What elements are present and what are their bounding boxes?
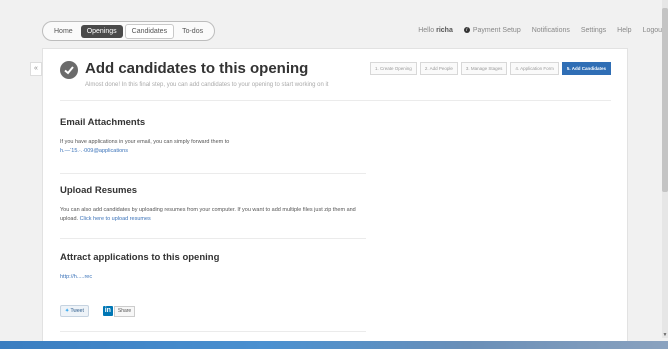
- section-divider: [60, 331, 366, 332]
- help-link[interactable]: Help: [617, 27, 631, 34]
- opening-url-link[interactable]: http://h.....rec: [60, 273, 366, 282]
- step-check-icon: [60, 61, 78, 79]
- step-add-people[interactable]: 2. Add People: [419, 62, 458, 75]
- forwarding-email-link[interactable]: h.—‘15.·.·009@applications: [60, 147, 366, 156]
- scroll-down-arrow-icon[interactable]: ▼: [662, 332, 668, 338]
- tab-todos[interactable]: To-dos: [176, 25, 209, 38]
- user-nav: Hello richa i Payment Setup Notifications…: [407, 27, 664, 34]
- os-taskbar: [0, 341, 668, 349]
- step-create-opening[interactable]: 1. Create Opening: [370, 62, 417, 75]
- username[interactable]: richa: [436, 27, 453, 34]
- notifications-link[interactable]: Notifications: [532, 27, 570, 34]
- step-manage-stages[interactable]: 3. Manage Stages: [460, 62, 508, 75]
- tweet-button[interactable]: ✦ Tweet: [60, 305, 89, 317]
- page-title: Add candidates to this opening: [85, 60, 309, 77]
- section-divider: [60, 173, 366, 174]
- collapse-sidebar-button[interactable]: «: [30, 62, 42, 76]
- step-add-candidates[interactable]: 5. Add Candidates: [561, 62, 611, 75]
- page-scrollbar[interactable]: [662, 0, 668, 338]
- upload-resumes-section: Upload Resumes You can also add candidat…: [60, 185, 366, 223]
- tab-candidates[interactable]: Candidates: [124, 23, 175, 39]
- linkedin-icon: in: [102, 306, 113, 316]
- main-card: Add candidates to this opening Almost do…: [42, 48, 628, 343]
- attract-section-title: Attract applications to this opening: [60, 252, 220, 263]
- logout-link[interactable]: Logout: [643, 27, 664, 34]
- upload-resumes-link[interactable]: Click here to upload resumes: [80, 216, 151, 222]
- scrollbar-thumb[interactable]: [662, 8, 668, 192]
- payment-setup-link[interactable]: i Payment Setup: [463, 27, 521, 34]
- info-icon: i: [463, 27, 470, 34]
- tab-openings[interactable]: Openings: [80, 24, 123, 38]
- main-nav-tabs: Home Openings Candidates To-dos: [42, 21, 216, 41]
- share-row: ✦ Tweet in Share: [60, 305, 136, 317]
- wizard-steps: 1. Create Opening 2. Add People 3. Manag…: [367, 62, 611, 75]
- page-subtitle: Almost done! In this final step, you can…: [85, 82, 329, 88]
- email-section-text: If you have applications in your email, …: [60, 139, 230, 145]
- attract-section: Attract applications to this opening htt…: [60, 252, 366, 282]
- resume-section-text: You can also add candidates by uploading…: [60, 207, 356, 222]
- settings-link[interactable]: Settings: [581, 27, 606, 34]
- twitter-bird-icon: ✦: [65, 308, 70, 314]
- email-section-title: Email Attachments: [60, 117, 146, 128]
- linkedin-share-button[interactable]: in Share: [102, 305, 136, 317]
- linkedin-share-label: Share: [113, 305, 136, 317]
- header-divider: [60, 100, 611, 101]
- resume-section-title: Upload Resumes: [60, 185, 138, 196]
- greeting: Hello richa: [418, 27, 453, 34]
- section-divider: [60, 238, 366, 239]
- tab-home[interactable]: Home: [48, 25, 79, 38]
- step-application-form[interactable]: 4. Application Form: [510, 62, 559, 75]
- email-attachments-section: Email Attachments If you have applicatio…: [60, 117, 366, 155]
